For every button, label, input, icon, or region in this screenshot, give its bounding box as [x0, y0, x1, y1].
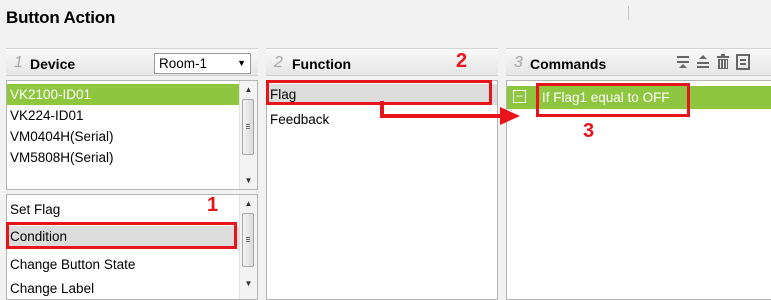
room-dropdown[interactable]: Room-1 ▼: [154, 53, 251, 74]
chevron-down-icon[interactable]: ▼: [237, 54, 246, 73]
scroll-up-icon[interactable]: ▲: [240, 81, 257, 98]
annotation-number: 2: [456, 50, 468, 72]
device-list[interactable]: VK2100-ID01 VK224-ID01 VM0404H(Serial) V…: [6, 80, 258, 190]
annotation-number: 1: [207, 194, 219, 216]
annotation-arrow: [380, 101, 520, 125]
commands-header-label: Commands: [530, 56, 607, 72]
annotation-number: 3: [583, 120, 595, 142]
delete-icon[interactable]: [716, 54, 730, 70]
title-divider: [628, 6, 629, 20]
commands-column-header: 3 Commands: [506, 48, 771, 76]
device-item[interactable]: VM5808H(Serial): [7, 147, 257, 168]
device-item[interactable]: VM0404H(Serial): [7, 126, 257, 147]
device-header-label: Device: [30, 56, 76, 72]
device-item[interactable]: VK2100-ID01: [7, 84, 257, 105]
room-dropdown-value: Room-1: [159, 56, 208, 71]
annotation-box-command: [536, 83, 690, 117]
function-step-number: 2: [274, 54, 283, 71]
move-up-icon[interactable]: [676, 54, 690, 70]
scroll-down-icon[interactable]: ▼: [240, 275, 257, 292]
scroll-down-icon[interactable]: ▼: [240, 172, 257, 189]
device-step-number: 1: [14, 54, 23, 71]
commands-step-number: 3: [514, 54, 523, 71]
function-header-label: Function: [292, 56, 352, 72]
scroll-up-icon[interactable]: ▲: [240, 195, 257, 212]
device-item[interactable]: VK224-ID01: [7, 105, 257, 126]
annotation-box-condition: [6, 222, 237, 249]
action-item[interactable]: Change Label: [7, 278, 257, 299]
action-item[interactable]: Set Flag: [7, 199, 257, 220]
edit-icon[interactable]: [736, 54, 750, 70]
action-item[interactable]: Change Button State: [7, 254, 257, 275]
scroll-thumb[interactable]: [242, 213, 254, 267]
action-list-scrollbar[interactable]: ▲ ▼: [239, 195, 257, 299]
move-down-icon[interactable]: [696, 54, 710, 70]
page-title: Button Action: [6, 8, 116, 27]
device-list-scrollbar[interactable]: ▲ ▼: [239, 81, 257, 189]
scroll-thumb[interactable]: [242, 99, 254, 155]
